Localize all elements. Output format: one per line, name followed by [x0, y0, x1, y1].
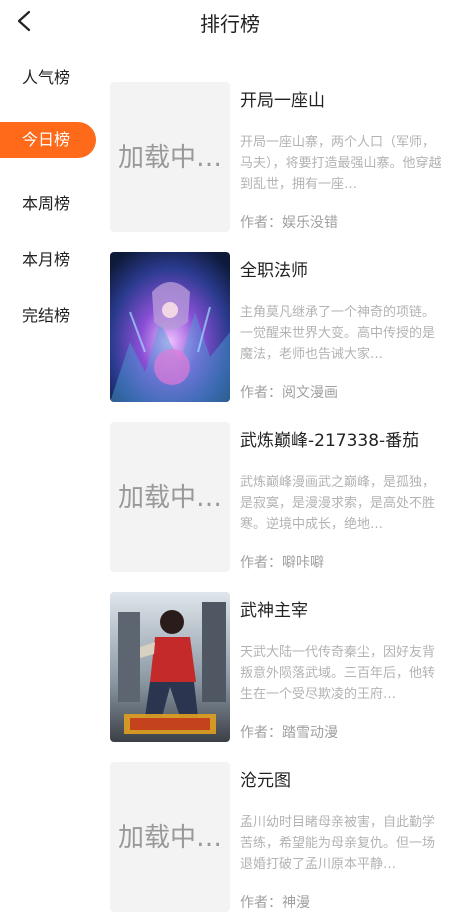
- book-author: 作者：娱乐没错: [240, 215, 338, 231]
- book-author: 作者：踏雪动漫: [240, 725, 338, 741]
- book-description: 武炼巅峰漫画武之巅峰，是孤独，是寂寞，是漫漫求索，是高处不胜寒。逆境中成长，绝地…: [240, 475, 436, 532]
- book-cover-placeholder: 加载中…: [110, 762, 230, 912]
- cover-loading-text: 加载中…: [117, 483, 222, 513]
- sidebar-item-finished[interactable]: 完结榜: [0, 298, 96, 334]
- book-description: 天武大陆一代传奇秦尘，因好友背叛意外陨落武域。三百年后，他转生在一个受尽欺凌的王…: [240, 645, 436, 702]
- page-title: 排行榜: [200, 12, 260, 36]
- book-author: 作者：阅文漫画: [240, 385, 338, 401]
- book-cover-image: [110, 252, 230, 402]
- book-cover-placeholder: 加载中…: [110, 82, 230, 232]
- book-card[interactable]: 加载中… 开局一座山 开局一座山寨，两个人口（军师，马夫），将要打造最强山寨。他…: [110, 82, 450, 232]
- header: 排行榜: [0, 0, 460, 44]
- book-description: 孟川幼时目睹母亲被害，自此勤学苦练，希望能为母亲复仇。但一场退婚打破了孟川原本平…: [240, 815, 436, 872]
- book-author: 作者：神漫: [240, 895, 310, 911]
- cover-art-wushenzhuzai: [110, 592, 230, 742]
- book-author: 作者：噼咔噼: [240, 555, 324, 571]
- book-card[interactable]: 加载中… 武炼巅峰-217338-番茄 武炼巅峰漫画武之巅峰，是孤独，是寂寞，是…: [110, 422, 450, 572]
- book-card[interactable]: 武神主宰 天武大陆一代传奇秦尘，因好友背叛意外陨落武域。三百年后，他转生在一个受…: [110, 592, 450, 742]
- book-title: 武炼巅峰-217338-番茄: [240, 431, 420, 451]
- sidebar-item-popular[interactable]: 人气榜: [0, 60, 96, 96]
- sidebar-item-week[interactable]: 本周榜: [0, 186, 96, 222]
- book-cover-image: [110, 592, 230, 742]
- cover-loading-text: 加载中…: [117, 143, 222, 173]
- book-description: 主角莫凡继承了一个神奇的项链。一觉醒来世界大变。高中传授的是魔法，老师也告诫大家…: [240, 305, 436, 362]
- book-title: 沧元图: [240, 771, 291, 791]
- book-card[interactable]: 全职法师 主角莫凡继承了一个神奇的项链。一觉醒来世界大变。高中传授的是魔法，老师…: [110, 252, 450, 402]
- cover-art-quanzhifashi: [110, 252, 230, 402]
- book-title: 武神主宰: [240, 601, 308, 621]
- book-card[interactable]: 加载中… 沧元图 孟川幼时目睹母亲被害，自此勤学苦练，希望能为母亲复仇。但一场退…: [110, 762, 450, 912]
- book-cover-placeholder: 加载中…: [110, 422, 230, 572]
- book-title: 开局一座山: [240, 91, 325, 111]
- sidebar-item-today[interactable]: 今日榜: [0, 122, 96, 158]
- sidebar-item-month[interactable]: 本月榜: [0, 242, 96, 278]
- book-title: 全职法师: [240, 261, 308, 281]
- cover-loading-text: 加载中…: [117, 823, 222, 853]
- book-description: 开局一座山寨，两个人口（军师，马夫），将要打造最强山寨。他穿越到乱世，拥有一座…: [240, 135, 442, 192]
